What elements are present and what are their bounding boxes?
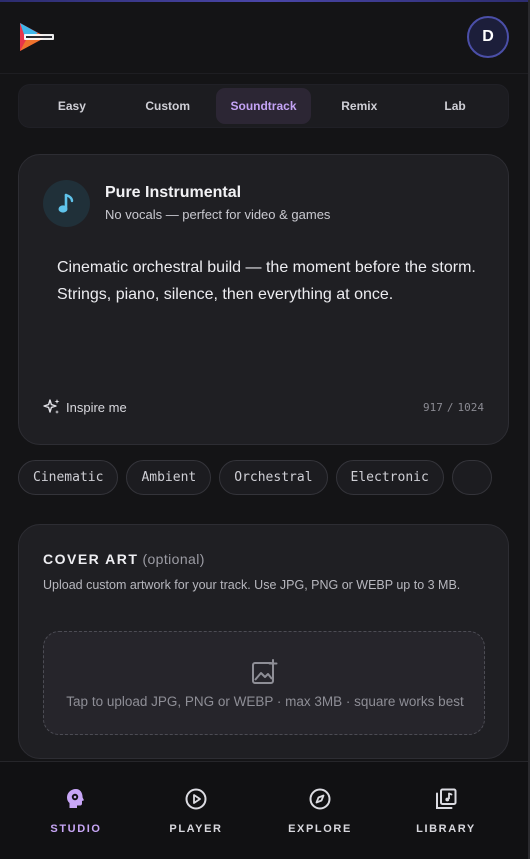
nav-studio[interactable]: STUDIO (21, 786, 131, 835)
nav-explore-label: EXPLORE (288, 823, 352, 835)
char-limit: 1024 (457, 401, 485, 414)
tab-easy[interactable]: Easy (24, 88, 120, 124)
chip-electronic[interactable]: Electronic (335, 460, 444, 495)
cover-art-section: COVER ART (optional) Upload custom artwor… (18, 524, 509, 759)
char-counter: 917/1024 (423, 401, 484, 414)
play-circle-icon (183, 786, 209, 812)
mode-tabs: Easy Custom Soundtrack Remix Lab (18, 84, 509, 128)
bottom-nav: STUDIO PLAYER EXPLORE LIBRARY (0, 761, 530, 859)
cover-art-description: Upload custom artwork for your track. Us… (43, 578, 461, 592)
cover-upload-dropzone[interactable]: Tap to upload JPG, PNG or WEBP · max 3MB… (43, 631, 485, 735)
play-logo-icon[interactable] (18, 20, 56, 54)
nav-library-label: LIBRARY (416, 823, 476, 835)
dropzone-text: Tap to upload JPG, PNG or WEBP · max 3MB… (66, 694, 464, 709)
nav-player[interactable]: PLAYER (141, 786, 251, 835)
nav-player-label: PLAYER (169, 823, 223, 835)
music-note-icon (43, 180, 90, 227)
counter-separator: / (446, 401, 454, 414)
tab-lab[interactable]: Lab (407, 88, 503, 124)
char-count: 917 (423, 401, 443, 414)
tab-remix[interactable]: Remix (311, 88, 407, 124)
prompt-textarea[interactable]: Cinematic orchestral build — the moment … (57, 254, 477, 308)
cover-art-title: COVER ART (optional) (43, 551, 205, 567)
nav-studio-label: STUDIO (50, 823, 102, 835)
compass-icon (307, 786, 333, 812)
studio-head-icon (63, 786, 89, 812)
user-avatar[interactable]: D (467, 16, 509, 58)
card-subtitle: No vocals — perfect for video & games (105, 207, 331, 222)
sparkle-icon (43, 399, 60, 414)
prompt-card: Pure Instrumental No vocals — perfect fo… (18, 154, 509, 445)
tab-custom[interactable]: Custom (120, 88, 216, 124)
chip-orchestral[interactable]: Orchestral (219, 460, 328, 495)
nav-explore[interactable]: EXPLORE (265, 786, 375, 835)
inspire-label: Inspire me (66, 399, 127, 415)
tab-soundtrack[interactable]: Soundtrack (215, 88, 312, 124)
nav-library[interactable]: LIBRARY (391, 786, 501, 835)
genre-chip-row: Cinematic Ambient Orchestral Electronic (18, 460, 530, 496)
cover-art-heading: COVER ART (43, 551, 139, 567)
optional-label: (optional) (142, 551, 205, 567)
chip-ambient[interactable]: Ambient (126, 460, 212, 495)
chip-more[interactable] (451, 460, 492, 495)
library-icon (433, 786, 459, 812)
app-header: D (0, 2, 530, 74)
card-title: Pure Instrumental (105, 184, 242, 201)
image-add-icon (252, 659, 278, 684)
inspire-me-button[interactable]: Inspire me (43, 398, 127, 416)
chip-cinematic[interactable]: Cinematic (18, 460, 119, 495)
